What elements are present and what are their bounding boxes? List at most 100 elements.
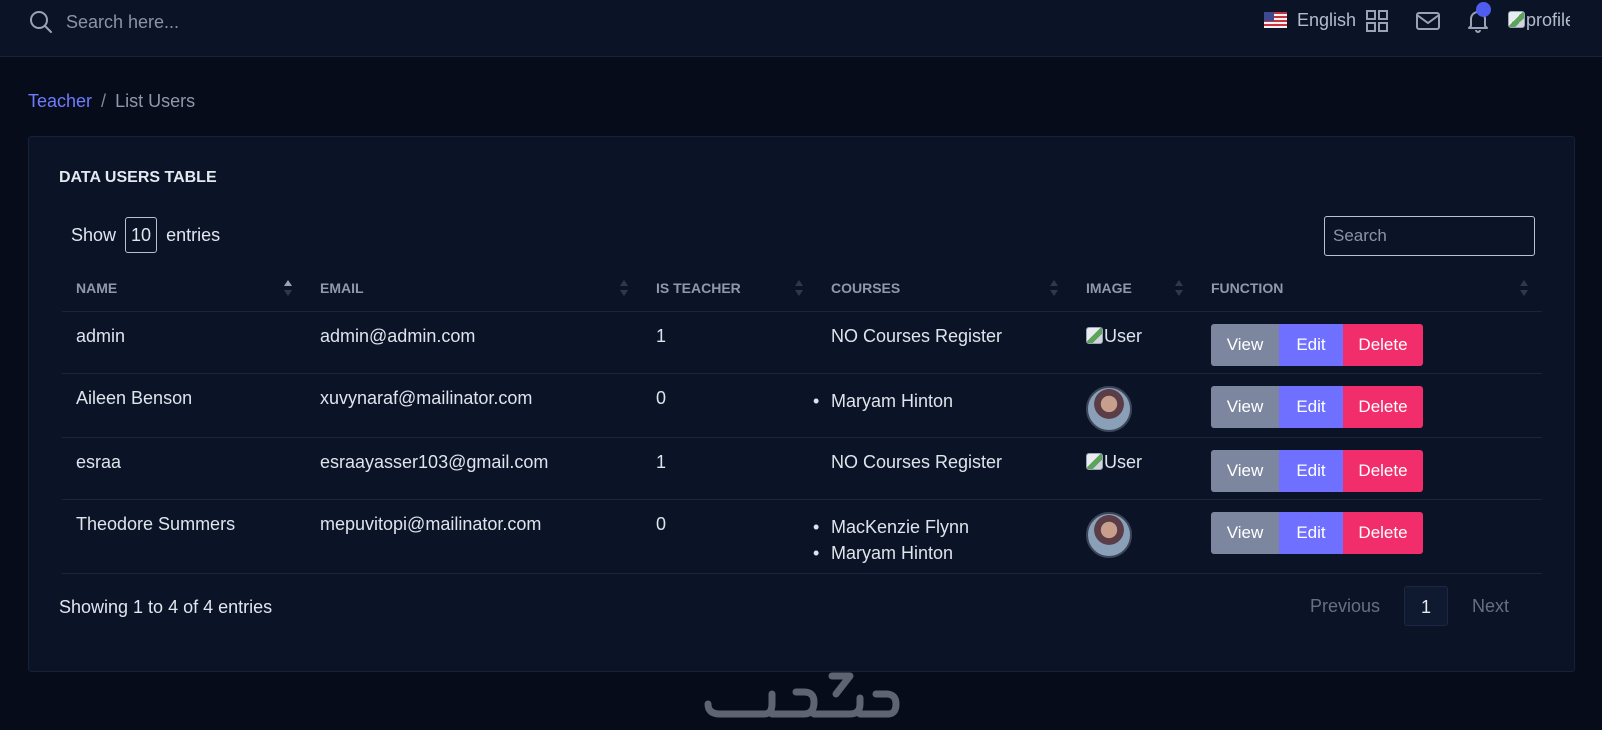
mail-icon[interactable]: [1415, 10, 1441, 32]
column-label: EMAIL: [320, 279, 364, 296]
cell-is-teacher: 0: [642, 499, 817, 574]
user-avatar: [1086, 511, 1132, 558]
cell-name: Aileen Benson: [62, 373, 306, 438]
view-button[interactable]: View: [1211, 511, 1279, 554]
view-button[interactable]: View: [1211, 449, 1279, 492]
table-row: esraa esraayasser103@gmail.com 1 NO Cour…: [62, 437, 1542, 500]
cell-email: xuvynaraf@mailinator.com: [306, 373, 642, 438]
image-alt-text: User: [1104, 325, 1143, 346]
column-header-is-teacher[interactable]: IS TEACHER: [642, 265, 817, 312]
cell-email: mepuvitopi@mailinator.com: [306, 499, 642, 574]
table-info: Showing 1 to 4 of 4 entries: [59, 597, 273, 617]
broken-image-icon: [1086, 452, 1103, 470]
delete-button[interactable]: Delete: [1343, 511, 1423, 554]
show-label: Show: [71, 225, 117, 245]
action-buttons: View Edit Delete: [1211, 385, 1423, 428]
sort-icon: [1520, 280, 1528, 296]
course-item: Maryam Hinton: [813, 388, 1072, 414]
course-item: MacKenzie Flynn: [813, 514, 1072, 540]
broken-image-icon: [1508, 11, 1525, 28]
profile-menu[interactable]: profile: [1508, 10, 1570, 31]
apps-grid-icon[interactable]: [1366, 10, 1388, 32]
cell-is-teacher: 0: [642, 373, 817, 438]
course-item: Maryam Hinton: [813, 540, 1072, 566]
column-label: IS TEACHER: [656, 279, 741, 296]
broken-image-icon: [1086, 326, 1103, 344]
column-header-name[interactable]: NAME: [62, 265, 306, 312]
view-button[interactable]: View: [1211, 323, 1279, 366]
cell-email: esraayasser103@gmail.com: [306, 437, 642, 500]
us-flag-icon[interactable]: [1264, 12, 1287, 28]
delete-button[interactable]: Delete: [1343, 385, 1423, 428]
entries-length-control: Show 10 entries: [71, 217, 220, 253]
delete-button[interactable]: Delete: [1343, 323, 1423, 366]
delete-button[interactable]: Delete: [1343, 449, 1423, 492]
breadcrumb-teacher-link[interactable]: Teacher: [28, 91, 92, 111]
cell-courses: MacKenzie FlynnMaryam Hinton: [813, 499, 1072, 574]
cell-courses: Maryam Hinton: [813, 373, 1072, 438]
sort-icon: [1175, 280, 1183, 296]
next-page-button[interactable]: Next: [1448, 596, 1533, 617]
pagination: Previous 1 Next: [1286, 586, 1533, 626]
table-header-row: NAME EMAIL IS TEACHER COURSES IMAGE FUNC…: [62, 265, 1542, 312]
cell-function: View Edit Delete: [1197, 373, 1542, 438]
table-row: Aileen Benson xuvynaraf@mailinator.com 0…: [62, 373, 1542, 438]
top-search-input[interactable]: [66, 8, 466, 36]
previous-page-button[interactable]: Previous: [1286, 596, 1404, 617]
cell-is-teacher: 1: [642, 437, 817, 500]
column-header-image[interactable]: IMAGE: [1072, 265, 1197, 312]
cell-image: [1072, 499, 1197, 574]
page-1-button[interactable]: 1: [1404, 586, 1449, 626]
course-list: MacKenzie FlynnMaryam Hinton: [813, 514, 1072, 566]
site-watermark-logo: [704, 672, 900, 718]
edit-button[interactable]: Edit: [1279, 385, 1343, 428]
action-buttons: View Edit Delete: [1211, 449, 1423, 492]
edit-button[interactable]: Edit: [1279, 449, 1343, 492]
table-row: Theodore Summers mepuvitopi@mailinator.c…: [62, 499, 1542, 574]
column-header-email[interactable]: EMAIL: [306, 265, 642, 312]
breadcrumb: Teacher / List Users: [28, 91, 195, 112]
language-selector[interactable]: English: [1297, 10, 1356, 31]
no-courses-text: NO Courses Register: [831, 451, 1003, 472]
entries-label: entries: [166, 225, 221, 245]
column-label: NAME: [76, 279, 118, 296]
card-title: DATA USERS TABLE: [59, 169, 217, 186]
column-label: COURSES: [831, 279, 901, 296]
cell-email: admin@admin.com: [306, 311, 642, 374]
column-label: IMAGE: [1086, 279, 1132, 296]
search-icon[interactable]: [28, 9, 54, 35]
breadcrumb-separator: /: [101, 91, 107, 111]
column-label: FUNCTION: [1211, 279, 1284, 296]
course-list: Maryam Hinton: [813, 388, 1072, 414]
cell-courses: NO Courses Register: [817, 311, 1072, 374]
sort-icon: [795, 280, 803, 296]
users-table-card: DATA USERS TABLE Show 10 entries NAME EM…: [28, 136, 1575, 672]
cell-courses: NO Courses Register: [817, 437, 1072, 500]
view-button[interactable]: View: [1211, 385, 1279, 428]
cell-image: User: [1072, 311, 1197, 374]
edit-button[interactable]: Edit: [1279, 323, 1343, 366]
action-buttons: View Edit Delete: [1211, 511, 1423, 554]
cell-image: [1072, 373, 1197, 438]
cell-name: admin: [62, 311, 306, 374]
top-bar: English profile: [0, 0, 1602, 57]
cell-image: User: [1072, 437, 1197, 500]
table-row: admin admin@admin.com 1 NO Courses Regis…: [62, 311, 1542, 374]
profile-alt-text: profile: [1526, 10, 1570, 30]
users-table: NAME EMAIL IS TEACHER COURSES IMAGE FUNC…: [62, 265, 1542, 574]
image-alt-text: User: [1104, 451, 1143, 472]
edit-button[interactable]: Edit: [1279, 511, 1343, 554]
cell-function: View Edit Delete: [1197, 499, 1542, 574]
table-search-input[interactable]: [1324, 216, 1535, 256]
column-header-courses[interactable]: COURSES: [817, 265, 1072, 312]
cell-function: View Edit Delete: [1197, 437, 1542, 500]
action-buttons: View Edit Delete: [1211, 323, 1423, 366]
sort-icon: [620, 280, 628, 296]
cell-name: Theodore Summers: [62, 499, 306, 574]
no-courses-text: NO Courses Register: [831, 325, 1003, 346]
user-avatar: [1086, 385, 1132, 432]
entries-select[interactable]: 10: [125, 217, 158, 253]
sort-icon: [1050, 280, 1058, 296]
sort-asc-icon: [284, 280, 292, 296]
column-header-function[interactable]: FUNCTION: [1197, 265, 1542, 312]
